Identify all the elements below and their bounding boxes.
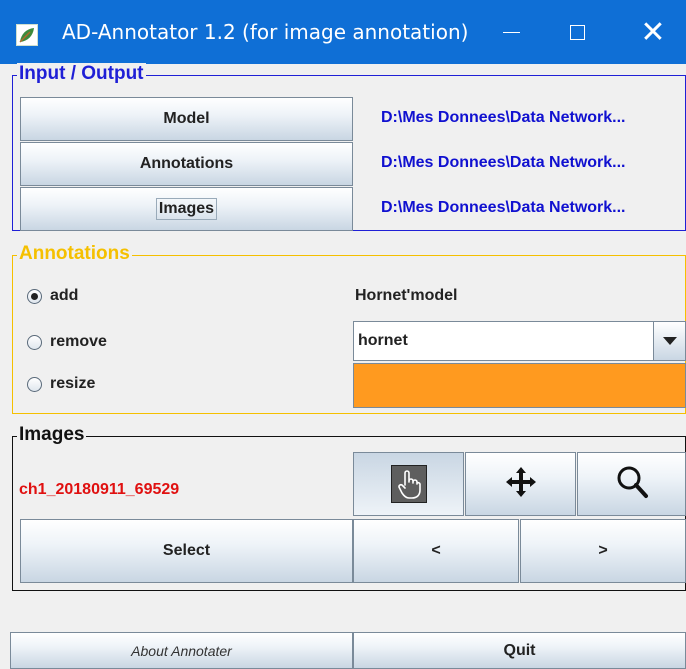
select-image-button[interactable]: Select bbox=[20, 519, 353, 583]
about-button-label: About Annotater bbox=[131, 642, 232, 659]
model-name-label: Hornet'model bbox=[355, 287, 458, 304]
annotations-button[interactable]: Annotations bbox=[20, 142, 353, 186]
mode-add-label: add bbox=[50, 287, 79, 304]
close-icon[interactable]: ✕ bbox=[630, 0, 676, 64]
hand-pointer-icon bbox=[390, 465, 427, 503]
model-button-label: Model bbox=[163, 110, 210, 127]
images-button[interactable]: Images bbox=[20, 187, 353, 231]
images-button-label: Images bbox=[155, 198, 218, 220]
images-legend: Images bbox=[17, 424, 87, 446]
window-title: AD-Annotator 1.2 (for image annotation) bbox=[62, 20, 469, 44]
previous-image-button[interactable]: < bbox=[353, 519, 519, 583]
mode-remove-label: remove bbox=[50, 333, 107, 350]
current-image-name: ch1_20180911_69529 bbox=[19, 481, 180, 498]
mode-resize-radio[interactable]: resize bbox=[27, 375, 95, 393]
mode-resize-label: resize bbox=[50, 375, 96, 392]
annotations-legend: Annotations bbox=[17, 243, 132, 265]
previous-image-label: < bbox=[431, 542, 441, 559]
select-image-label: Select bbox=[162, 542, 211, 559]
class-select[interactable]: hornet bbox=[353, 321, 686, 361]
minimize-icon[interactable] bbox=[488, 0, 534, 64]
move-tool-button[interactable] bbox=[465, 452, 576, 516]
input-output-legend: Input / Output bbox=[17, 63, 146, 85]
zoom-tool-button[interactable] bbox=[577, 452, 686, 516]
title-bar: AD-Annotator 1.2 (for image annotation) … bbox=[0, 0, 686, 64]
annotations-button-label: Annotations bbox=[139, 155, 234, 172]
class-color-swatch[interactable] bbox=[353, 363, 686, 408]
next-image-label: > bbox=[598, 542, 608, 559]
next-image-button[interactable]: > bbox=[520, 519, 686, 583]
chevron-down-icon[interactable] bbox=[653, 322, 685, 360]
radio-selected-icon[interactable] bbox=[27, 288, 42, 304]
leaf-app-icon bbox=[16, 24, 38, 46]
magnifier-icon bbox=[614, 464, 650, 505]
quit-button-label: Quit bbox=[503, 641, 536, 659]
class-select-value: hornet bbox=[358, 332, 408, 349]
model-path: D:\Mes Donnees\Data Network... bbox=[381, 109, 626, 126]
images-path: D:\Mes Donnees\Data Network... bbox=[381, 199, 626, 216]
annotations-path: D:\Mes Donnees\Data Network... bbox=[381, 154, 626, 171]
move-arrows-icon bbox=[504, 465, 538, 504]
mode-add-radio[interactable]: add bbox=[27, 287, 78, 305]
radio-unselected-icon[interactable] bbox=[27, 334, 42, 350]
mode-remove-radio[interactable]: remove bbox=[27, 333, 107, 351]
quit-button[interactable]: Quit bbox=[353, 632, 686, 669]
hand-tool-button[interactable] bbox=[353, 452, 464, 516]
model-button[interactable]: Model bbox=[20, 97, 353, 141]
about-button[interactable]: About Annotater bbox=[10, 632, 353, 669]
radio-unselected-icon[interactable] bbox=[27, 376, 42, 392]
maximize-icon[interactable] bbox=[554, 0, 600, 64]
